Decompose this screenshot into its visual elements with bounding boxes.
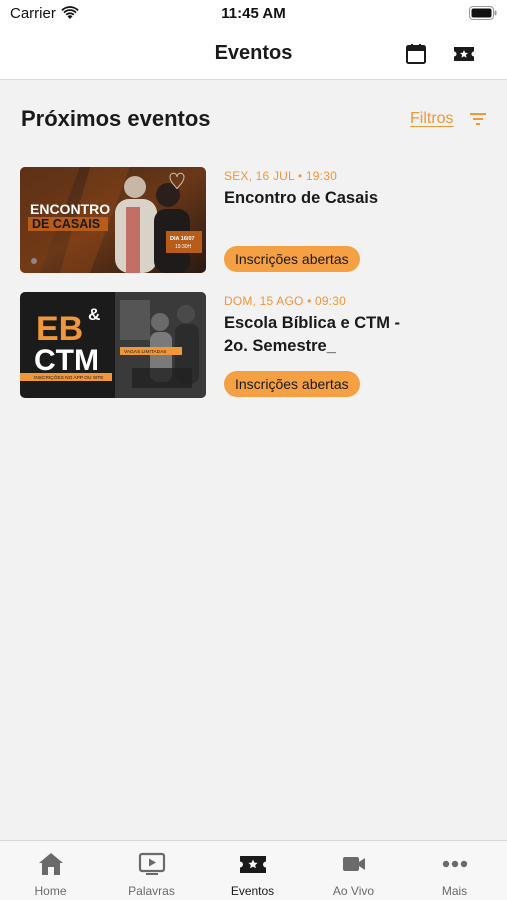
status-time: 11:45 AM (221, 5, 286, 22)
event-date: DOM, 15 AGO • 09:30 (224, 294, 347, 308)
thumbnail-title-line1: EB (36, 310, 83, 348)
more-dots-icon (442, 860, 467, 868)
event-title[interactable]: Encontro de Casais (224, 187, 424, 210)
tab-label: Mais (441, 884, 468, 898)
filter-link[interactable]: Filtros (410, 110, 454, 128)
event-title[interactable]: Escola Bíblica e CTM - 2o. Semestre_ (224, 312, 424, 358)
tab-palavras[interactable]: Palavras (101, 841, 202, 900)
thumbnail-title-line2: CTM (34, 344, 99, 377)
calendar-icon[interactable] (404, 42, 428, 66)
event-card[interactable]: ENCONTRO DE CASAIS DIA 16/07 19:30H SEX,… (20, 167, 490, 273)
filter-icon[interactable] (469, 110, 487, 128)
tab-eventos[interactable]: Eventos (202, 841, 303, 900)
tab-label: Home (34, 884, 67, 898)
thumbnail-strip-right: VAGAS LIMITADAS (124, 349, 166, 355)
thumbnail-title-line1: ENCONTRO (30, 201, 110, 217)
battery-icon (469, 6, 497, 20)
thumbnail-date-tag: DIA 16/07 (170, 236, 195, 242)
tab-ao-vivo[interactable]: Ao Vivo (303, 841, 404, 900)
tab-label: Ao Vivo (332, 884, 375, 898)
navigation-bar: Eventos (0, 30, 507, 80)
tab-label: Palavras (128, 884, 175, 898)
tab-home[interactable]: Home (0, 841, 101, 900)
event-date: SEX, 16 JUL • 19:30 (224, 169, 337, 183)
thumbnail-title-line2: DE CASAIS (32, 217, 100, 231)
status-bar: Carrier 11:45 AM (0, 0, 507, 30)
thumbnail-time-tag: 19:30H (175, 244, 192, 250)
event-card[interactable]: EB & CTM INSCRIÇÕES NO APP OU SITE VAGAS… (20, 292, 490, 398)
page-title: Eventos (214, 42, 293, 64)
ticket-icon (239, 856, 266, 873)
tab-bar: Home Palavras Eventos Ao Vivo Mais (0, 840, 507, 900)
tab-mais[interactable]: Mais (404, 841, 505, 900)
registration-status-badge: Inscrições abertas (224, 371, 360, 397)
play-screen-icon (138, 852, 165, 875)
home-icon (38, 853, 63, 875)
event-thumbnail[interactable]: ENCONTRO DE CASAIS DIA 16/07 19:30H (20, 167, 206, 273)
registration-status-badge: Inscrições abertas (224, 246, 360, 272)
thumbnail-strip-left: INSCRIÇÕES NO APP OU SITE (34, 374, 103, 381)
tab-label: Eventos (230, 884, 275, 898)
event-thumbnail[interactable]: EB & CTM INSCRIÇÕES NO APP OU SITE VAGAS… (20, 292, 206, 398)
thumbnail-ampersand: & (88, 305, 100, 324)
ticket-icon[interactable] (452, 42, 476, 66)
video-camera-icon (342, 857, 365, 871)
section-title: Próximos eventos (21, 106, 211, 131)
